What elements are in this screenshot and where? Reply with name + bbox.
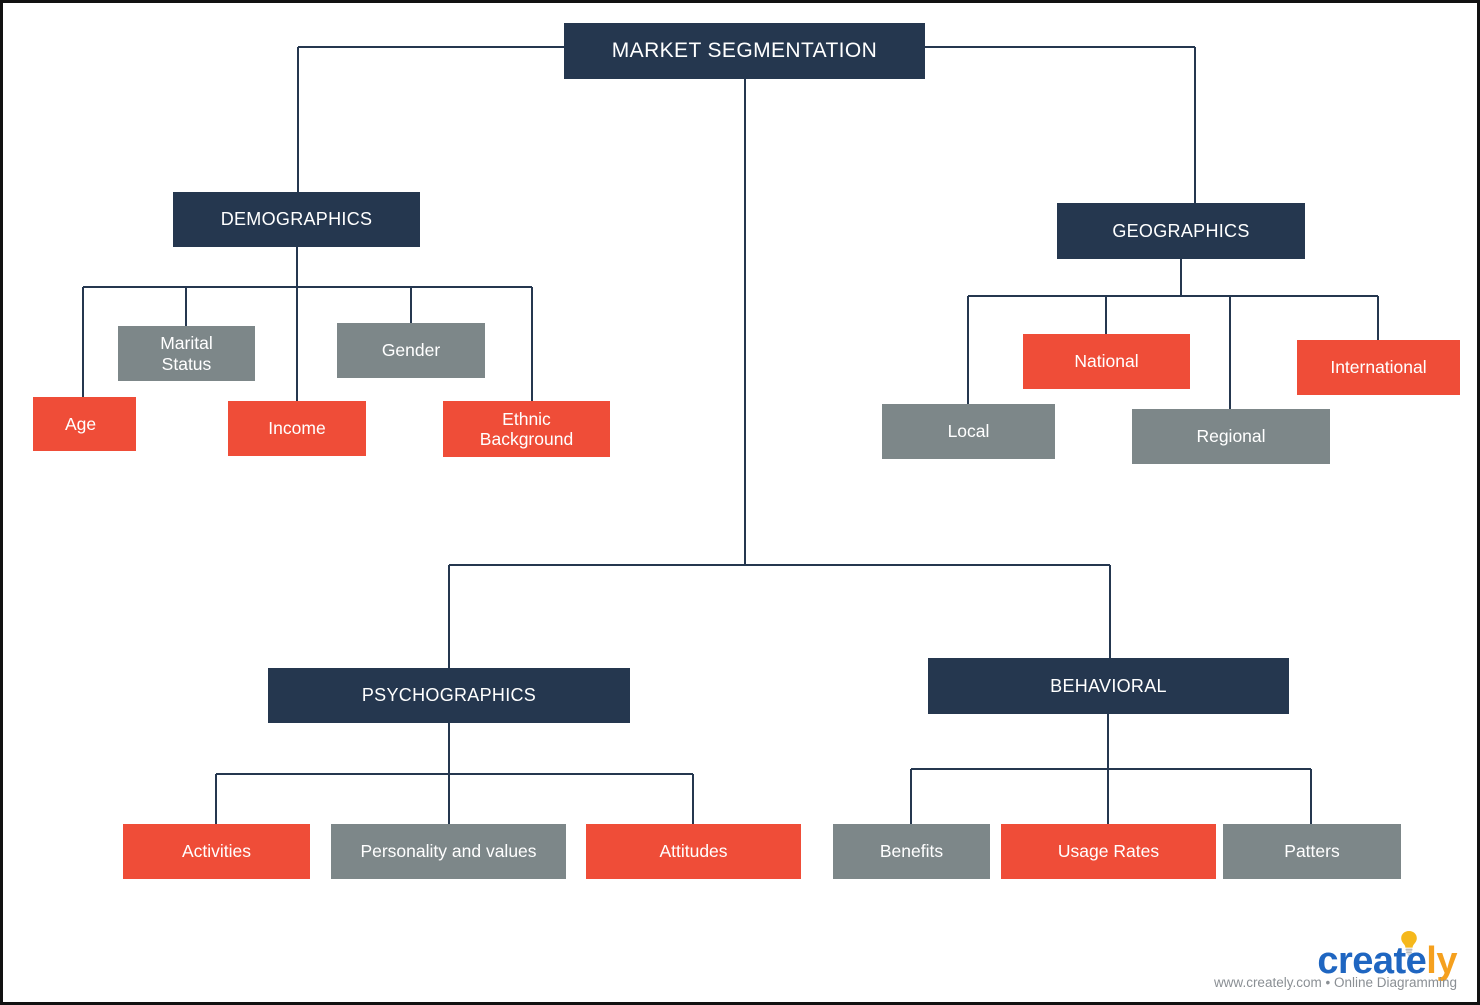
node-market-segmentation[interactable]: MARKET SEGMENTATION [564, 23, 925, 79]
node-international[interactable]: International [1297, 340, 1460, 395]
node-usage-rates[interactable]: Usage Rates [1001, 824, 1216, 879]
creately-logo[interactable]: creately www.creately.com • Online Diagr… [1214, 926, 1469, 996]
node-geographics[interactable]: GEOGRAPHICS [1057, 203, 1305, 259]
node-marital-status[interactable]: Marital Status [118, 326, 255, 381]
node-activities[interactable]: Activities [123, 824, 310, 879]
node-national[interactable]: National [1023, 334, 1190, 389]
node-behavioral[interactable]: BEHAVIORAL [928, 658, 1289, 714]
node-personality-and-values[interactable]: Personality and values [331, 824, 566, 879]
diagram-canvas: MARKET SEGMENTATION DEMOGRAPHICS GEOGRAP… [0, 0, 1480, 1005]
logo-tagline: www.creately.com • Online Diagramming [1213, 975, 1457, 990]
node-age[interactable]: Age [33, 397, 136, 451]
node-demographics[interactable]: DEMOGRAPHICS [173, 192, 420, 247]
node-attitudes[interactable]: Attitudes [586, 824, 801, 879]
node-gender[interactable]: Gender [337, 323, 485, 378]
node-psychographics[interactable]: PSYCHOGRAPHICS [268, 668, 630, 723]
node-local[interactable]: Local [882, 404, 1055, 459]
node-benefits[interactable]: Benefits [833, 824, 990, 879]
node-patters[interactable]: Patters [1223, 824, 1401, 879]
node-income[interactable]: Income [228, 401, 366, 456]
node-regional[interactable]: Regional [1132, 409, 1330, 464]
node-ethnic-background[interactable]: Ethnic Background [443, 401, 610, 457]
